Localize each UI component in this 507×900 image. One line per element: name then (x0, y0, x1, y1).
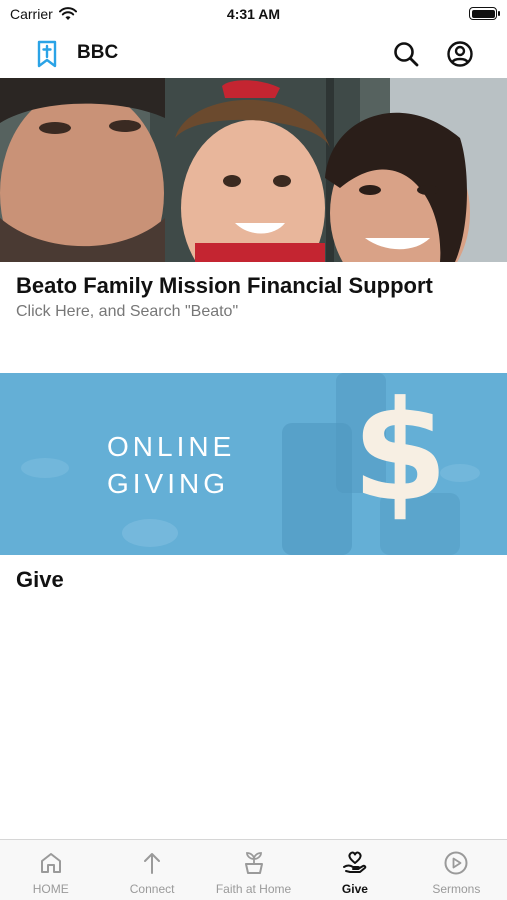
tab-sermons[interactable]: Sermons (406, 840, 507, 900)
tab-label: HOME (32, 882, 69, 896)
tab-label: Faith at Home (215, 882, 292, 896)
tab-give[interactable]: Give (304, 840, 405, 900)
dollar-sign-icon: $ (352, 373, 449, 532)
tab-faith-at-home[interactable]: Faith at Home (203, 840, 304, 900)
giving-line-1: ONLINE (107, 431, 236, 462)
giving-line-2: GIVING (107, 468, 230, 499)
home-icon (40, 853, 61, 873)
play-circle-icon (444, 851, 468, 875)
app-title: BBC (77, 42, 119, 63)
tab-label: Sermons (432, 882, 481, 896)
card-subtitle: Click Here, and Search "Beato" (16, 303, 239, 320)
tab-label: Give (341, 882, 368, 896)
search-button[interactable] (390, 38, 422, 70)
plant-pot-icon (244, 852, 263, 874)
battery-icon (469, 7, 500, 20)
give-card-title[interactable]: Give (16, 567, 64, 593)
status-time: 4:31 AM (226, 6, 281, 22)
tab-home[interactable]: HOME (0, 840, 101, 900)
giving-banner-text: ONLINE GIVING (107, 428, 235, 502)
account-icon (447, 41, 473, 67)
heart-hand-icon (342, 851, 367, 873)
account-button[interactable] (444, 38, 476, 70)
family-photo[interactable] (0, 78, 507, 262)
tab-bar: HOME Connect Faith at Home Give Sermons (0, 839, 507, 900)
app-header: BBC (0, 30, 507, 78)
status-bar: Carrier 4:31 AM (0, 0, 507, 30)
search-icon (394, 42, 419, 67)
card-title[interactable]: Beato Family Mission Financial Support (16, 273, 433, 299)
online-giving-banner[interactable]: ONLINE GIVING $ (0, 373, 507, 555)
tab-connect[interactable]: Connect (101, 840, 202, 900)
tab-label: Connect (129, 882, 175, 896)
family-photo-image (0, 78, 507, 262)
bookmark-cross-icon (37, 40, 57, 68)
arrow-up-icon (144, 853, 161, 874)
